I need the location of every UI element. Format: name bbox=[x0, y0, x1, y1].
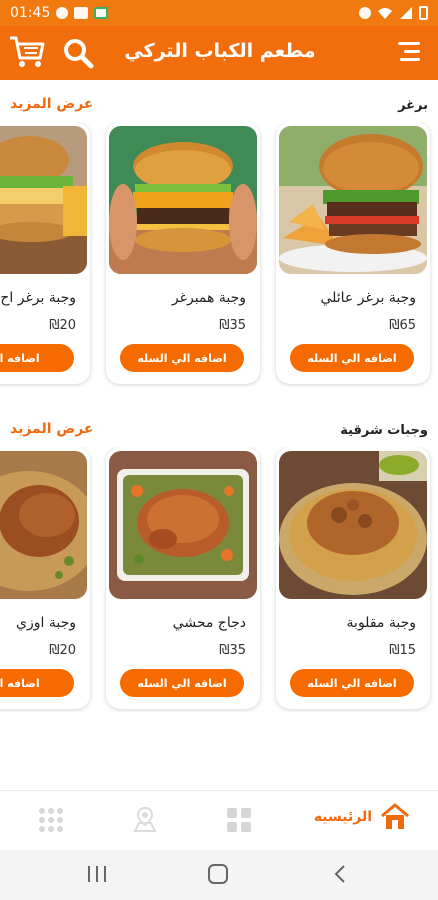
product-price: ₪20 bbox=[49, 643, 76, 658]
recents-button[interactable] bbox=[88, 866, 106, 882]
product-image-hamburger bbox=[109, 126, 257, 274]
more-apps-icon[interactable] bbox=[36, 805, 66, 835]
status-bar: 01:45 bbox=[0, 0, 438, 26]
product-price: ₪65 bbox=[389, 318, 416, 333]
app-notification-icon bbox=[94, 7, 109, 19]
add-to-cart-button[interactable]: اضافه الي السله bbox=[120, 669, 244, 697]
status-time: 01:45 bbox=[10, 5, 51, 21]
section-title: برغر bbox=[398, 98, 428, 113]
product-card[interactable]: وجبة همبرغر ₪35 اضافه الي السله bbox=[106, 122, 260, 384]
alarm-icon bbox=[359, 7, 371, 19]
add-to-cart-button[interactable]: اضافه الي السله bbox=[290, 669, 414, 697]
product-row-oriental: وجبة مقلوبة ₪15 اضافه الي السله دجاج محش… bbox=[0, 447, 438, 712]
product-image-burger bbox=[0, 126, 87, 274]
product-name: دجاج محشي bbox=[172, 615, 246, 631]
notification-icon bbox=[56, 7, 69, 19]
product-card[interactable]: وجبة مقلوبة ₪15 اضافه الي السله bbox=[276, 447, 430, 709]
product-name: وجبة اوزي bbox=[16, 615, 76, 631]
app-title: مطعم الكباب التركي bbox=[124, 40, 316, 62]
system-nav-bar bbox=[0, 850, 438, 900]
add-to-cart-button[interactable]: اضافه الي bbox=[0, 344, 74, 372]
section-title: وجبات شرقية bbox=[340, 423, 428, 438]
add-to-cart-button[interactable]: اضافه الي bbox=[0, 669, 74, 697]
status-right bbox=[359, 6, 428, 20]
product-name: وجبة برغر عائلي bbox=[320, 290, 416, 306]
show-more-link[interactable]: عرض المزيد bbox=[10, 96, 93, 112]
product-price: ₪15 bbox=[389, 643, 416, 658]
location-icon[interactable] bbox=[130, 805, 160, 835]
categories-icon[interactable] bbox=[224, 805, 254, 835]
nav-home[interactable]: الرئيسيه bbox=[314, 803, 410, 831]
home-icon bbox=[381, 803, 409, 829]
back-icon[interactable] bbox=[334, 864, 346, 884]
product-row-burgers: وجبة برغر عائلي ₪65 اضافه الي السله وجبة… bbox=[0, 122, 438, 387]
signal-icon bbox=[400, 7, 412, 19]
section-header-burgers: برغر عرض المزيد bbox=[0, 96, 438, 120]
product-card[interactable]: دجاج محشي ₪35 اضافه الي السله bbox=[106, 447, 260, 709]
add-to-cart-button[interactable]: اضافه الي السله bbox=[120, 344, 244, 372]
search-icon[interactable] bbox=[62, 37, 94, 69]
message-icon bbox=[74, 7, 89, 19]
product-card[interactable]: وجبة برغر اح ₪20 اضافه الي bbox=[0, 122, 90, 384]
menu-icon[interactable] bbox=[398, 42, 420, 62]
product-image-family-burger bbox=[279, 126, 427, 274]
product-image-maqluba bbox=[279, 451, 427, 599]
product-price: ₪20 bbox=[49, 318, 76, 333]
section-header-oriental: وجبات شرقية عرض المزيد bbox=[0, 421, 438, 445]
product-price: ₪35 bbox=[219, 643, 246, 658]
wifi-icon bbox=[378, 8, 392, 19]
product-card[interactable]: وجبة اوزي ₪20 اضافه الي bbox=[0, 447, 90, 709]
status-left: 01:45 bbox=[10, 5, 109, 21]
system-home-button[interactable] bbox=[208, 864, 228, 884]
product-name: وجبة برغر اح bbox=[0, 290, 76, 306]
app-bar: مطعم الكباب التركي bbox=[0, 26, 438, 80]
nav-home-label: الرئيسيه bbox=[313, 809, 372, 825]
product-card[interactable]: وجبة برغر عائلي ₪65 اضافه الي السله bbox=[276, 122, 430, 384]
bottom-nav: الرئيسيه bbox=[0, 790, 438, 850]
product-image-ouzi bbox=[0, 451, 87, 599]
phone-screen: 01:45 مطعم الكباب التركي برغر عرض المزيد… bbox=[0, 0, 438, 900]
show-more-link[interactable]: عرض المزيد bbox=[10, 421, 93, 437]
cart-icon[interactable] bbox=[8, 32, 48, 72]
add-to-cart-button[interactable]: اضافه الي السله bbox=[290, 344, 414, 372]
product-name: وجبة مقلوبة bbox=[346, 615, 416, 631]
battery-icon bbox=[419, 6, 428, 20]
product-name: وجبة همبرغر bbox=[171, 290, 246, 306]
product-image-stuffed-chicken bbox=[109, 451, 257, 599]
product-price: ₪35 bbox=[219, 318, 246, 333]
